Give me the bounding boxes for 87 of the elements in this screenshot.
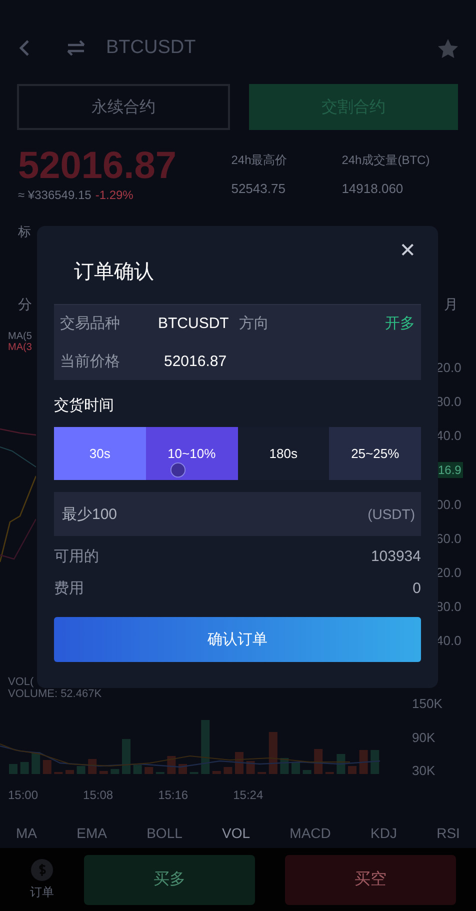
timeframe-tab[interactable]: 月 <box>444 296 458 314</box>
confirm-order-button[interactable]: 确认订单 <box>54 617 421 662</box>
dialog-title: 订单确认 <box>74 260 154 285</box>
close-button[interactable]: ✕ <box>397 236 418 265</box>
volume-bar <box>99 771 108 774</box>
price-change: -1.29% <box>95 188 134 202</box>
volume-bar <box>314 749 323 774</box>
time-label: 15:08 <box>83 788 114 802</box>
volume-bar <box>348 766 356 774</box>
back-icon[interactable] <box>18 39 30 57</box>
orders-button[interactable]: 订单 <box>30 858 54 900</box>
indicator-tab[interactable]: VOL <box>222 825 250 841</box>
swap-icon[interactable] <box>66 40 86 56</box>
info-label: 交易品种 <box>60 314 121 334</box>
ma-legend: MA(5 <box>8 331 32 342</box>
axis-label: 150K <box>412 696 442 711</box>
indicator-tab[interactable]: BOLL <box>146 825 182 841</box>
axis-label: 40.0 <box>436 428 462 443</box>
volume-bar <box>224 767 232 774</box>
info-label: 方向 <box>238 314 270 334</box>
star-icon[interactable] <box>438 38 458 58</box>
info-label: 当前价格 <box>60 352 121 371</box>
pair-title: BTCUSDT <box>106 37 197 59</box>
volume-bar <box>212 771 221 774</box>
summary-value: 103934 <box>370 548 421 564</box>
option-button[interactable]: 180s <box>238 427 330 480</box>
volume-bar <box>9 764 18 774</box>
volume-bar <box>292 762 300 774</box>
volume-bar <box>359 750 368 774</box>
volume-bar <box>268 732 278 774</box>
time-label: 15:00 <box>8 788 38 802</box>
volume-legend: VOL( <box>8 676 34 688</box>
dollar-icon <box>31 858 53 880</box>
summary-label: 可用的 <box>54 546 99 566</box>
touch-indicator-icon <box>170 462 186 478</box>
stat-label: 24h最高价 <box>231 152 288 169</box>
info-value: BTCUSDT <box>158 315 229 332</box>
volume-bar <box>88 759 97 774</box>
contract-tab[interactable]: 永续合约 <box>17 84 230 130</box>
summary-value: 0 <box>412 580 421 596</box>
buy-long-button[interactable]: 买多 <box>84 854 255 904</box>
indicator-tab[interactable]: KDJ <box>370 825 397 841</box>
amount-input[interactable]: 最少100 <box>60 492 368 536</box>
mark-price-label: 标 <box>18 223 31 241</box>
volume-bar <box>370 750 380 774</box>
sell-short-button[interactable]: 买空 <box>285 854 456 904</box>
price-line <box>0 428 36 436</box>
volume-bar <box>66 770 74 774</box>
last-price-tag: 16.9 <box>436 462 464 478</box>
info-value: 52016.87 <box>163 352 227 370</box>
price-line <box>0 446 36 468</box>
axis-label: 90K <box>412 730 436 744</box>
volume-bar <box>122 739 130 774</box>
cny-price: ≈ ¥336549.15 <box>18 188 92 202</box>
option-button[interactable]: 10~10% <box>146 427 238 480</box>
last-price: 52016.87 <box>18 144 178 188</box>
ma-legend: MA(3 <box>8 342 32 353</box>
time-label: 15:24 <box>233 788 264 802</box>
indicator-tab[interactable]: MACD <box>290 825 331 841</box>
volume-bar <box>42 760 52 774</box>
summary-label: 费用 <box>54 578 84 598</box>
indicator-tab[interactable]: MA <box>16 825 37 841</box>
volume-bar <box>76 766 86 774</box>
indicator-tab[interactable]: EMA <box>76 825 107 841</box>
volume-bar <box>20 762 29 774</box>
axis-label: 40.0 <box>436 633 462 648</box>
volume-bar <box>110 769 120 774</box>
timeframe-tab[interactable]: 分 <box>18 296 32 314</box>
section-title: 交货时间 <box>54 396 115 416</box>
time-label: 15:16 <box>158 788 188 802</box>
axis-label: 30K <box>412 763 436 778</box>
volume-bar <box>32 752 40 774</box>
unit-label: (USDT) <box>368 506 415 522</box>
stat-value: 14918.060 <box>342 181 404 196</box>
stat-label: 24h成交量(BTC) <box>342 152 431 169</box>
option-button[interactable]: 25~25% <box>329 427 421 480</box>
volume-legend: VOLUME: 52.467K <box>8 688 102 700</box>
volume-bar <box>302 770 312 774</box>
volume-bar <box>144 767 154 774</box>
direction-value: 开多 <box>385 314 415 334</box>
volume-bar <box>201 720 210 774</box>
volume-bar <box>133 765 142 774</box>
indicator-tab[interactable]: RSI <box>436 825 460 841</box>
amount-field[interactable]: 最少100 (USDT) <box>54 492 421 536</box>
volume-bar <box>246 761 255 774</box>
stat-value: 52543.75 <box>231 181 286 196</box>
option-button[interactable]: 30s <box>54 427 146 480</box>
